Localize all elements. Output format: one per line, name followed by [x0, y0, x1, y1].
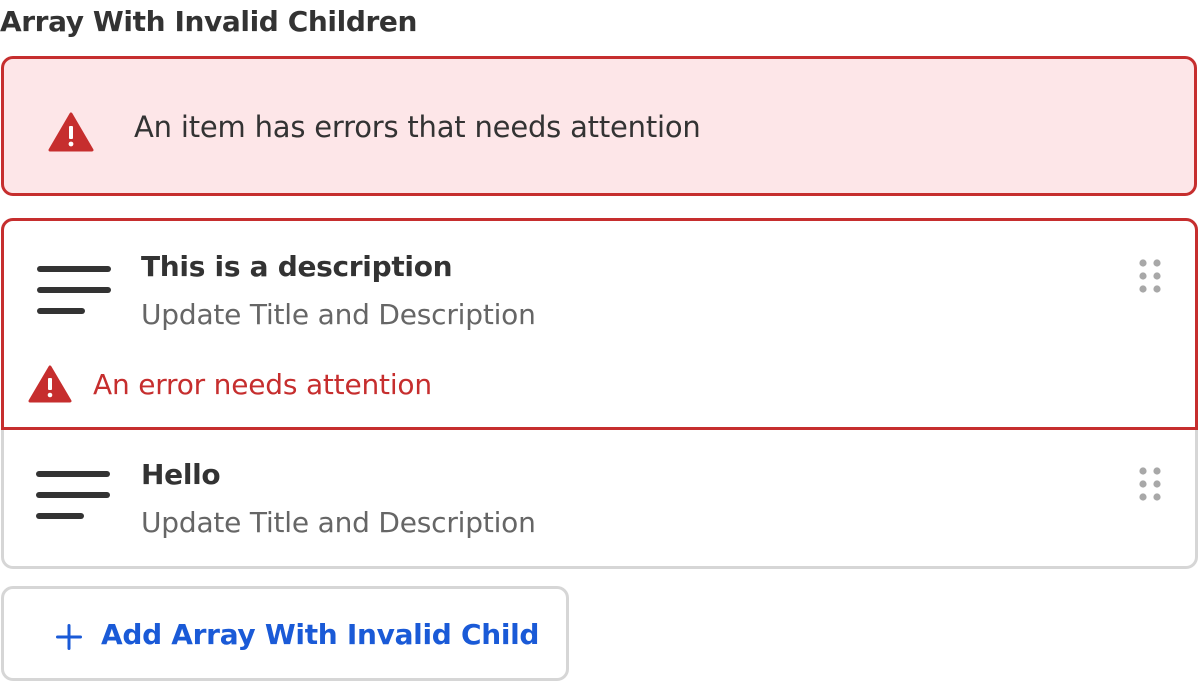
text-lines-icon	[36, 471, 110, 519]
array-item[interactable]: Hello Update Title and Description	[1, 427, 1198, 569]
item-title: This is a description	[141, 250, 453, 283]
item-error-message: An error needs attention	[93, 368, 432, 401]
item-subtitle: Update Title and Description	[141, 298, 536, 331]
plus-icon	[56, 624, 82, 650]
item-subtitle: Update Title and Description	[141, 506, 536, 539]
drag-handle-icon[interactable]	[1139, 259, 1161, 293]
drag-handle-icon[interactable]	[1139, 467, 1161, 501]
array-item-invalid[interactable]: This is a description Update Title and D…	[1, 218, 1198, 430]
add-item-button[interactable]: Add Array With Invalid Child	[1, 586, 569, 681]
warning-triangle-icon	[48, 112, 94, 152]
item-warning-icon	[28, 365, 72, 403]
add-item-button-label: Add Array With Invalid Child	[101, 618, 540, 651]
error-banner: An item has errors that needs attention	[1, 56, 1197, 196]
field-title: Array With Invalid Children	[0, 5, 418, 38]
item-title: Hello	[141, 458, 221, 491]
text-lines-icon	[37, 266, 111, 314]
array-list: This is a description Update Title and D…	[1, 218, 1198, 569]
error-banner-message: An item has errors that needs attention	[134, 110, 701, 144]
